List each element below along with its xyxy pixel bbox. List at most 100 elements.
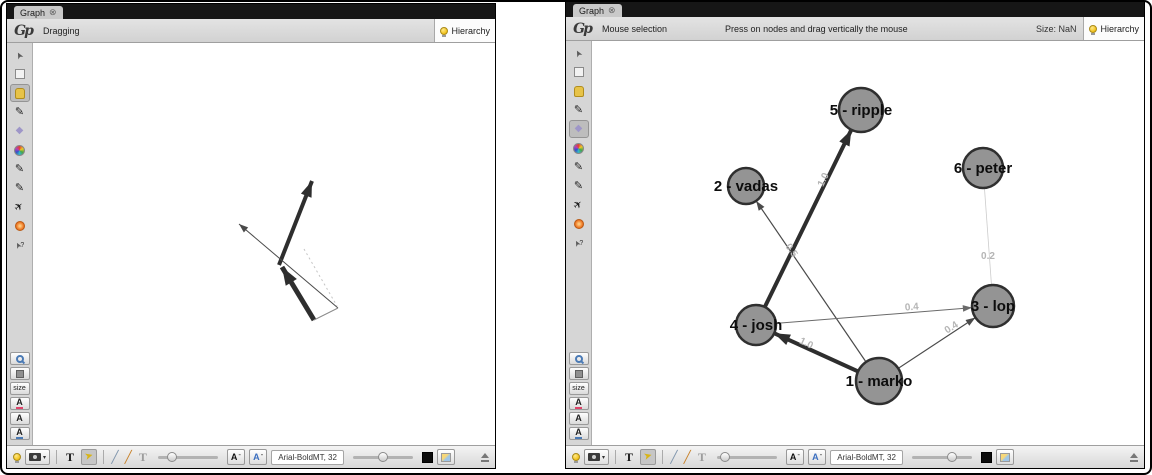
reset-label-colors-button[interactable]: A — [10, 397, 30, 410]
palette-icon — [441, 453, 451, 462]
show-node-labels-button[interactable]: T — [63, 449, 77, 465]
show-edge-labels-icon[interactable]: T — [696, 451, 708, 463]
label-color-swatch[interactable] — [422, 452, 433, 463]
edge-pencil-tool-icon[interactable]: ✎ — [569, 177, 589, 195]
lightbulb-icon — [1089, 25, 1097, 33]
show-edges-button[interactable]: ➤ — [640, 449, 656, 465]
painter-tool-icon[interactable]: ✎ — [10, 103, 30, 121]
gray-square-icon — [16, 370, 24, 378]
direct-selection-tool-icon[interactable]: ➤ — [569, 44, 589, 62]
brush-tool-icon[interactable] — [10, 141, 30, 159]
label-attributes-button[interactable] — [437, 449, 455, 465]
edge-pencil-tool-icon[interactable]: ✎ — [10, 179, 30, 197]
hierarchy-toggle[interactable]: Hierarchy — [1083, 17, 1144, 40]
node-pencil-tool-icon[interactable]: ✎ — [569, 158, 589, 176]
edit-tool-icon[interactable]: ➤? — [569, 234, 589, 252]
show-edge-labels-icon[interactable]: T — [137, 451, 149, 463]
background-color-icon[interactable] — [572, 453, 580, 461]
slider-knob[interactable] — [167, 452, 177, 462]
slider-knob[interactable] — [720, 452, 730, 462]
separator — [103, 450, 104, 464]
center-graph-button[interactable] — [569, 352, 589, 365]
shortest-path-tool-icon[interactable]: ✈ — [10, 198, 30, 216]
painter-tool-icon[interactable]: ✎ — [569, 101, 589, 119]
magnifier-icon — [16, 355, 24, 363]
show-node-labels-button[interactable]: T — [622, 449, 636, 465]
edge-font-button[interactable]: A- — [808, 449, 826, 465]
graph-window-right: Graph ⊗ Gp Mouse selection Press on node… — [565, 1, 1145, 469]
graph-tab[interactable]: Graph ⊗ — [573, 4, 622, 17]
tool-palette: ➤✎◆✎✎✈➤? size A A A — [7, 43, 33, 445]
gephi-screenshot: Graph ⊗ Gp Dragging Hierarchy ➤✎◆✎✎✈➤? — [0, 0, 1152, 475]
slider-knob[interactable] — [947, 452, 957, 462]
close-tab-icon[interactable]: ⊗ — [608, 6, 616, 15]
reset-sizes-button[interactable]: size — [10, 382, 30, 395]
label-color-swatch[interactable] — [981, 452, 992, 463]
tab-label: Graph — [579, 6, 604, 16]
edge-rainbow-color-icon[interactable]: ╱ — [683, 451, 692, 463]
hierarchy-toggle[interactable]: Hierarchy — [434, 19, 495, 42]
reset-label-sizes-button[interactable]: A — [10, 412, 30, 425]
sizer-tool-icon[interactable]: ◆ — [10, 122, 30, 140]
edge-scale-slider[interactable] — [158, 456, 218, 459]
tool-palette: ➤✎◆✎✎✈➤? size A A A — [566, 41, 592, 445]
node-label: 5 - ripple — [830, 102, 893, 119]
gephi-logo-icon: Gp — [566, 21, 598, 37]
visualization-toolbar: ▾ T ➤ ╱ ╱ T A- A- Arial-BoldMT, 32 — [7, 445, 495, 468]
gray-square-icon — [575, 370, 583, 378]
drag-tool-icon[interactable] — [569, 82, 589, 100]
edge-source-color-icon[interactable]: ╱ — [669, 451, 678, 463]
magnifier-icon — [575, 355, 583, 363]
rectangle-selection-tool-icon[interactable] — [10, 65, 30, 83]
reset-label-colors-button[interactable]: A — [569, 397, 589, 410]
slider-knob[interactable] — [378, 452, 388, 462]
font-selector[interactable]: Arial-BoldMT, 32 — [830, 450, 903, 465]
hierarchy-label: Hierarchy — [451, 26, 490, 36]
show-edges-button[interactable]: ➤ — [81, 449, 97, 465]
palette-icon — [1000, 453, 1010, 462]
reset-label-visible-button[interactable]: A — [569, 427, 589, 440]
background-color-icon[interactable] — [13, 453, 21, 461]
collapse-toolbar-icon[interactable] — [481, 453, 489, 462]
heat-map-tool-icon[interactable] — [569, 215, 589, 233]
reset-colors-button[interactable] — [10, 367, 30, 380]
node-font-button[interactable]: A- — [227, 449, 245, 465]
reset-sizes-button[interactable]: size — [569, 382, 589, 395]
drag-tool-icon[interactable] — [10, 84, 30, 102]
graph-canvas[interactable]: 1.00.51.00.40.40.25 - ripple2 - vadas6 -… — [592, 41, 1144, 445]
shortest-path-tool-icon[interactable]: ✈ — [569, 196, 589, 214]
label-attributes-button[interactable] — [996, 449, 1014, 465]
font-selector[interactable]: Arial-BoldMT, 32 — [271, 450, 344, 465]
graph-tab[interactable]: Graph ⊗ — [14, 6, 63, 19]
reset-colors-button[interactable] — [569, 367, 589, 380]
status-text: Dragging — [43, 26, 80, 36]
edit-tool-icon[interactable]: ➤? — [10, 236, 30, 254]
edge-source-color-icon[interactable]: ╱ — [110, 451, 119, 463]
reset-label-visible-button[interactable]: A — [10, 427, 30, 440]
reset-label-sizes-button[interactable]: A — [569, 412, 589, 425]
collapse-toolbar-icon[interactable] — [1130, 453, 1138, 462]
direct-selection-tool-icon[interactable]: ➤ — [10, 46, 30, 64]
brush-tool-icon[interactable] — [569, 139, 589, 157]
lightbulb-icon — [440, 27, 448, 35]
label-size-slider[interactable] — [353, 456, 413, 459]
rectangle-selection-tool-icon[interactable] — [569, 63, 589, 81]
screenshot-button[interactable]: ▾ — [25, 449, 50, 465]
node-font-button[interactable]: A- — [786, 449, 804, 465]
center-graph-button[interactable] — [10, 352, 30, 365]
screenshot-button[interactable]: ▾ — [584, 449, 609, 465]
edge-font-button[interactable]: A- — [249, 449, 267, 465]
node-label: 1 - marko — [846, 373, 913, 390]
node-label: 6 - peter — [954, 160, 1013, 177]
label-size-slider[interactable] — [912, 456, 972, 459]
edge-scale-slider[interactable] — [717, 456, 777, 459]
heat-map-tool-icon[interactable] — [10, 217, 30, 235]
close-tab-icon[interactable]: ⊗ — [49, 8, 57, 17]
gephi-logo-icon: Gp — [7, 23, 39, 39]
graph-canvas[interactable] — [33, 43, 495, 445]
sizer-tool-icon[interactable]: ◆ — [569, 120, 589, 138]
node-pencil-tool-icon[interactable]: ✎ — [10, 160, 30, 178]
node-label: 4 - josh — [730, 317, 783, 334]
edge-arrow-icon: ➤ — [643, 451, 654, 463]
edge-rainbow-color-icon[interactable]: ╱ — [124, 451, 133, 463]
